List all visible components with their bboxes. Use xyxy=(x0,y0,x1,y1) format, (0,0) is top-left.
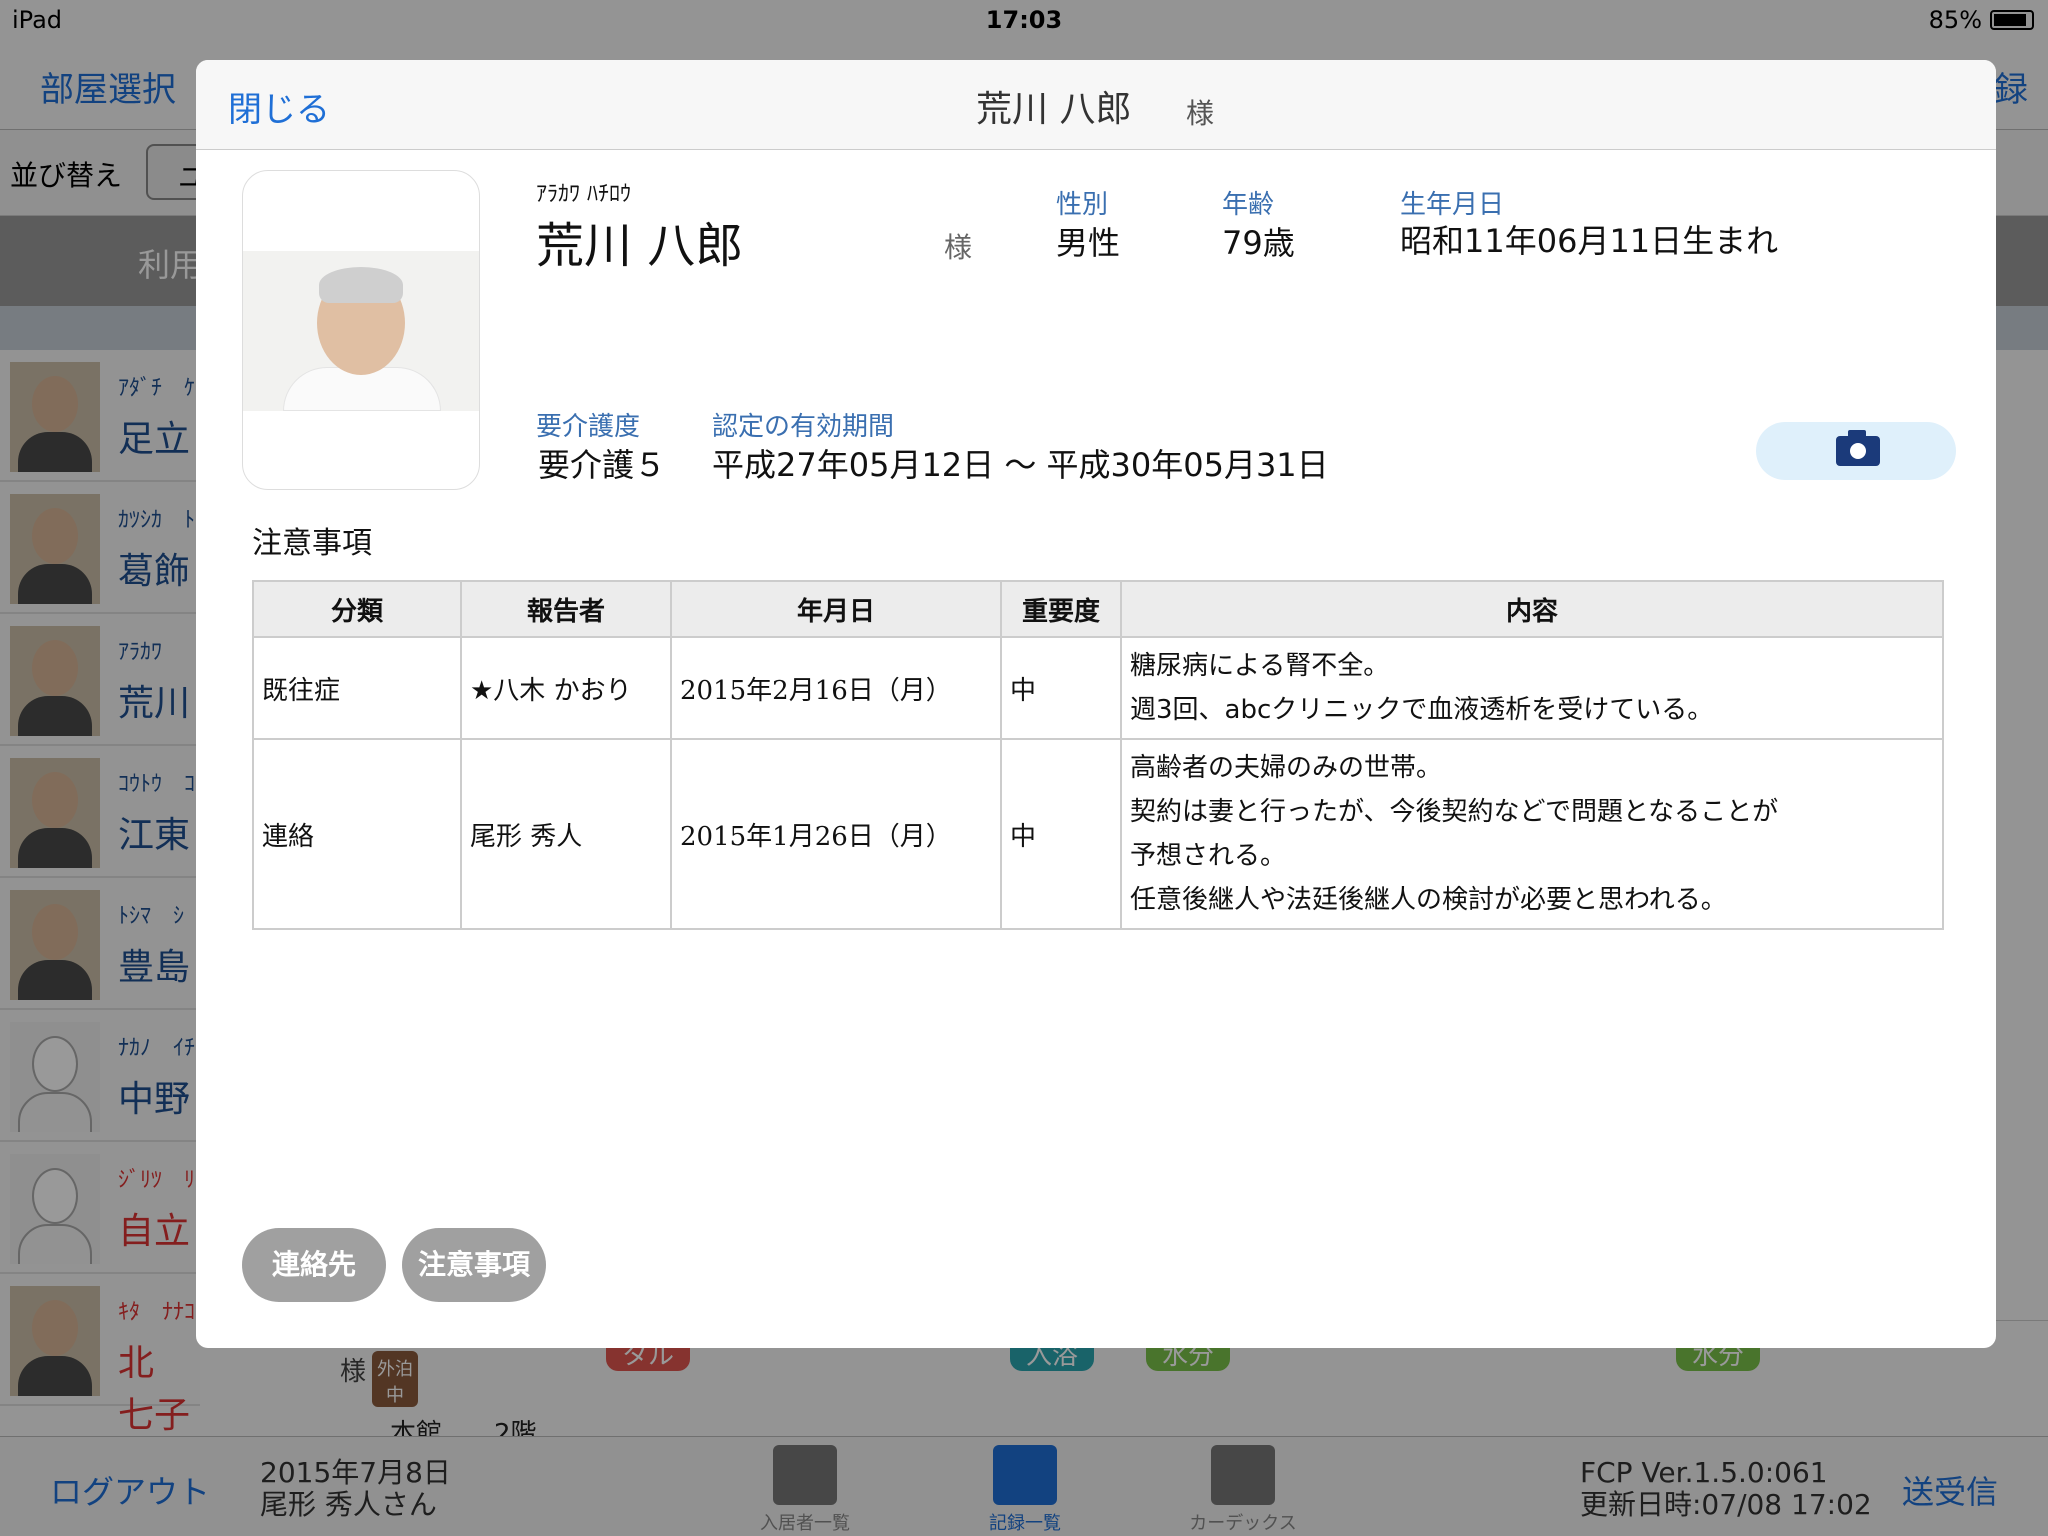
content-line: 予想される。 xyxy=(1130,841,1287,871)
content-line: 糖尿病による腎不全。 xyxy=(1130,651,1390,681)
gender-value: 男性 xyxy=(1056,224,1121,262)
col-header-reporter: 報告者 xyxy=(460,580,672,638)
notes-section-title: 注意事項 xyxy=(252,526,372,561)
birthdate-value: 昭和11年06月11日生まれ xyxy=(1400,222,1779,260)
close-button[interactable]: 閉じる xyxy=(228,82,330,131)
resident-name: 荒川 八郎 xyxy=(536,218,744,274)
content-line: 契約は妻と行ったが、今後契約などで問題となることが xyxy=(1130,797,1779,827)
cell-content: 高齢者の夫婦のみの世帯。契約は妻と行ったが、今後契約などで問題となることが 予想さ… xyxy=(1120,738,1944,930)
table-header-row: 分類 報告者 年月日 重要度 内容 xyxy=(252,580,1944,638)
cell-importance: 中 xyxy=(1000,738,1122,930)
content-line: 任意後継人や法廷後継人の検討が必要と思われる。 xyxy=(1130,885,1727,915)
modal-title: 荒川 八郎 xyxy=(976,89,1132,130)
modal-nav-bar: 閉じる 荒川 八郎 様 xyxy=(196,60,1996,150)
col-header-content: 内容 xyxy=(1120,580,1944,638)
cell-content: 糖尿病による腎不全。週3回、abcクリニックで血液透析を受けている。 xyxy=(1120,636,1944,740)
resident-detail-modal: 閉じる 荒川 八郎 様 ｱﾗｶﾜ ﾊﾁﾛｳ 荒川 八郎 様 性別 男性 年齢 7… xyxy=(196,60,1996,1348)
content-line: 週3回、abcクリニックで血液透析を受けている。 xyxy=(1130,695,1714,725)
camera-icon xyxy=(1836,430,1880,466)
col-header-date: 年月日 xyxy=(670,580,1002,638)
col-header-importance: 重要度 xyxy=(1000,580,1122,638)
notes-table: 分類 報告者 年月日 重要度 内容 既往症 ★八木 かおり 2015年2月16日（月… xyxy=(252,580,1944,930)
care-level-label: 要介護度 xyxy=(536,412,641,442)
modal-title-suffix: 様 xyxy=(1186,97,1215,130)
content-line: 高齢者の夫婦のみの世帯。 xyxy=(1130,753,1443,783)
cell-importance: 中 xyxy=(1000,636,1122,740)
age-value: 79歳 xyxy=(1222,224,1295,262)
cell-reporter: 尾形 秀人 xyxy=(460,738,672,930)
table-row[interactable]: 連絡 尾形 秀人 2015年1月26日（月）中高齢者の夫婦のみの世帯。契約は妻と行っ… xyxy=(252,738,1944,930)
table-row[interactable]: 既往症 ★八木 かおり 2015年2月16日（月）中糖尿病による腎不全。週3回、ab… xyxy=(252,636,1944,740)
validity-period-label: 認定の有効期間 xyxy=(712,412,895,442)
col-header-category: 分類 xyxy=(252,580,462,638)
cell-category: 連絡 xyxy=(252,738,462,930)
cell-reporter: ★八木 かおり xyxy=(460,636,672,740)
gender-label: 性別 xyxy=(1056,190,1109,220)
contacts-button[interactable]: 連絡先 xyxy=(242,1228,386,1302)
cell-date: 2015年1月26日（月） xyxy=(670,738,1002,930)
age-label: 年齢 xyxy=(1222,190,1275,220)
camera-button[interactable] xyxy=(1756,422,1956,480)
name-kana: ｱﾗｶﾜ ﾊﾁﾛｳ xyxy=(536,182,631,207)
cell-date: 2015年2月16日（月） xyxy=(670,636,1002,740)
cell-category: 既往症 xyxy=(252,636,462,740)
name-suffix: 様 xyxy=(944,231,973,264)
profile-photo xyxy=(242,170,480,490)
notes-button[interactable]: 注意事項 xyxy=(402,1228,546,1302)
care-level-value: 要介護５ xyxy=(538,446,667,484)
validity-period-value: 平成27年05月12日 〜 平成30年05月31日 xyxy=(712,446,1329,484)
